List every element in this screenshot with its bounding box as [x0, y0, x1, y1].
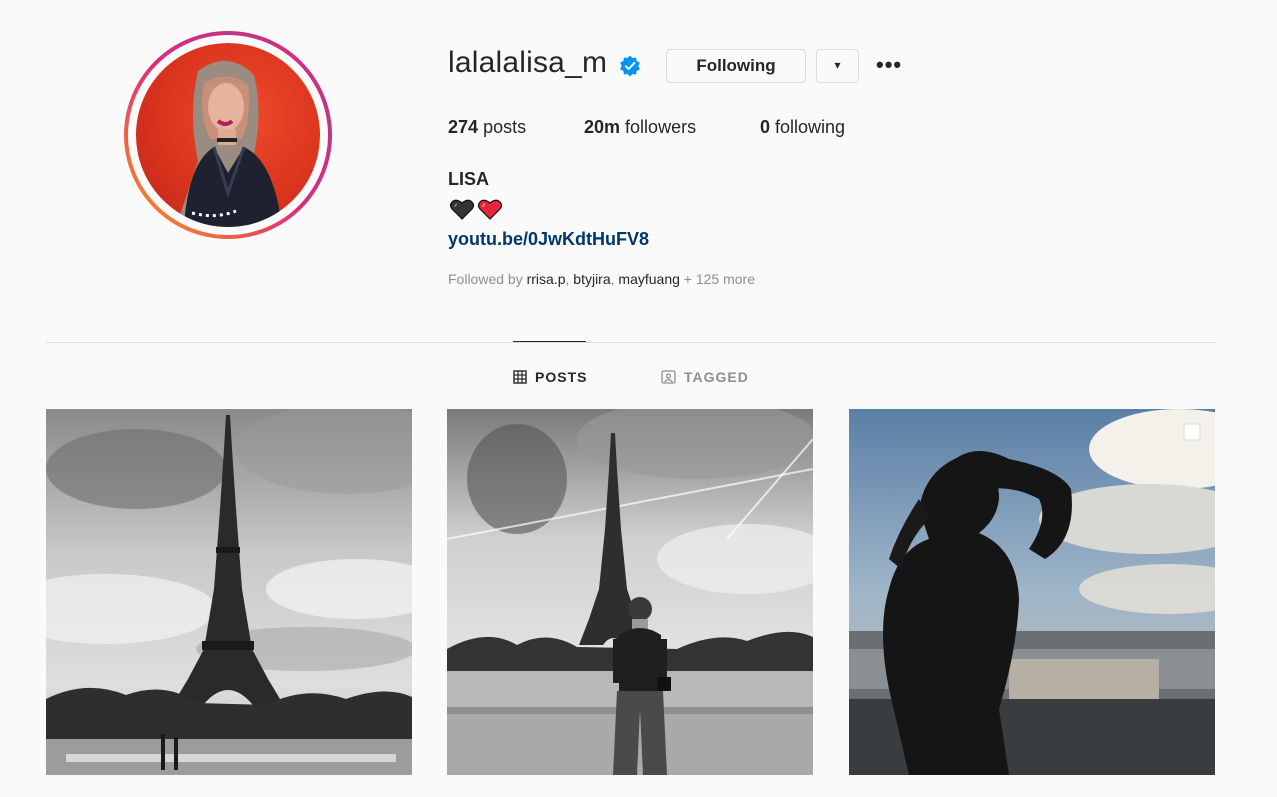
avatar-photo: [136, 43, 320, 227]
chevron-down-icon: ▾: [834, 58, 841, 72]
tab-tagged[interactable]: TAGGED: [661, 369, 749, 385]
bio-link[interactable]: youtu.be/0JwKdtHuFV8: [448, 229, 649, 250]
verified-badge-icon: [620, 55, 640, 77]
tab-posts[interactable]: POSTS: [513, 369, 587, 385]
tabs-divider: [46, 342, 1216, 343]
profile-avatar[interactable]: [124, 31, 332, 239]
multiple-posts-icon: [1183, 423, 1201, 441]
suggestions-dropdown-button[interactable]: ▾: [816, 49, 859, 83]
grid-icon: [513, 370, 527, 384]
following-button[interactable]: Following: [666, 49, 806, 83]
post-thumbnail[interactable]: [447, 409, 813, 775]
followed-by[interactable]: Followed by rrisa.p, btyjira, mayfuang +…: [448, 271, 755, 287]
more-options-icon[interactable]: •••: [876, 52, 902, 78]
bio-emoji: 🖤❤️: [449, 197, 505, 228]
following-count[interactable]: 0 following: [760, 117, 845, 138]
heart-icons: [449, 199, 503, 220]
posts-count: 274 posts: [448, 117, 527, 137]
username: lalalalisa_m: [448, 46, 608, 79]
post-thumbnail[interactable]: [46, 409, 412, 775]
paris-rooftop-photo: [849, 409, 1215, 775]
followers-count[interactable]: 20m followers: [584, 117, 696, 138]
full-name: LISA: [448, 169, 490, 189]
active-tab-indicator: [513, 341, 586, 342]
post-thumbnail[interactable]: [849, 409, 1215, 775]
eiffel-tower-photo: [46, 409, 412, 775]
eiffel-tower-portrait-photo: [447, 409, 813, 775]
tagged-icon: [661, 370, 676, 384]
